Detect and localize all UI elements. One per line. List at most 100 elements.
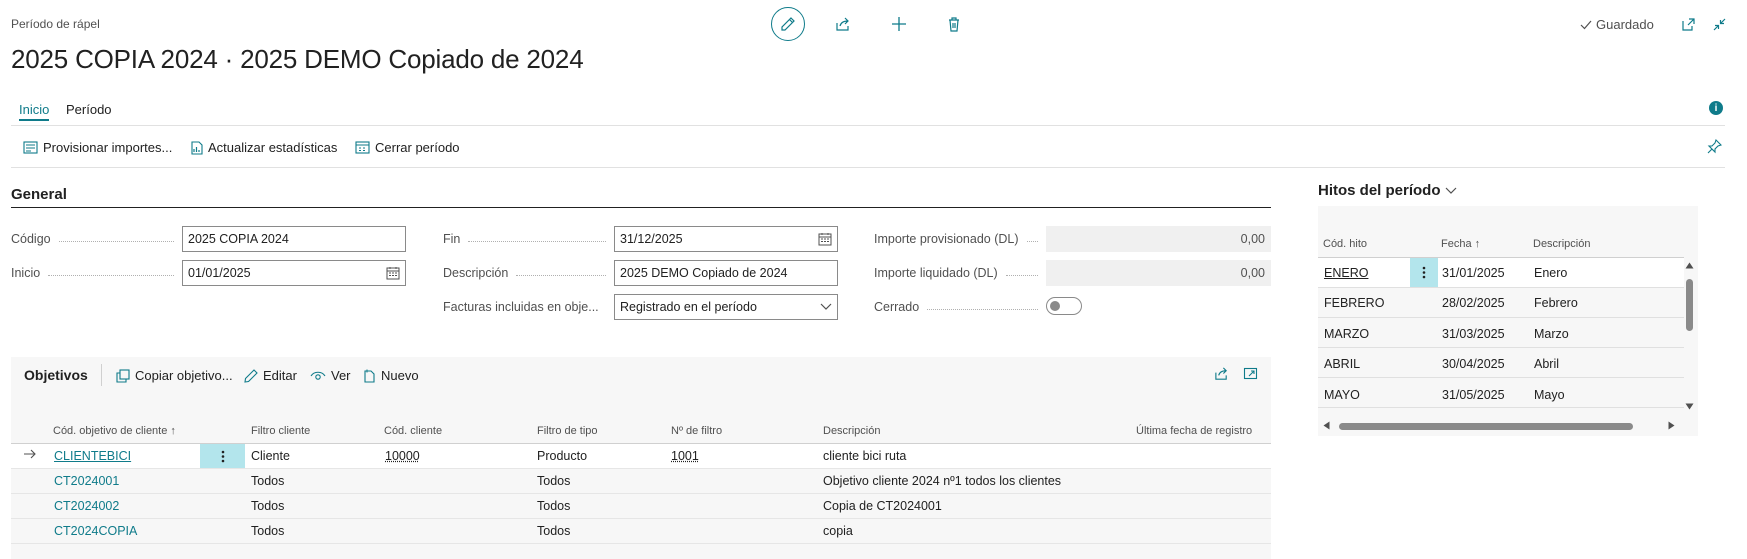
scroll-down-arrow-icon[interactable]	[1685, 403, 1694, 410]
row-menu-button[interactable]	[200, 444, 245, 468]
current-row-arrow-icon	[23, 448, 37, 460]
expand-part-button[interactable]	[1243, 366, 1258, 381]
row-cod-cliente[interactable]: 10000	[385, 449, 420, 463]
row-code-link[interactable]: CT2024COPIA	[54, 524, 137, 538]
share-icon	[1215, 367, 1227, 380]
table-row[interactable]	[11, 469, 1271, 494]
new-action[interactable]: Nuevo	[363, 368, 419, 383]
table-row[interactable]	[11, 494, 1271, 519]
col-header-filtro-cliente[interactable]: Filtro cliente	[251, 425, 310, 437]
pin-icon	[1707, 139, 1722, 154]
trash-icon	[949, 17, 959, 32]
edit-button[interactable]	[771, 7, 805, 41]
hitos-row-fecha[interactable]: 31/01/2025	[1442, 266, 1505, 280]
new-button[interactable]	[882, 7, 916, 41]
codigo-field[interactable]: 2025 COPIA 2024	[182, 226, 406, 252]
hitos-row-fecha[interactable]: 31/03/2025	[1442, 327, 1505, 341]
descripcion-field[interactable]: 2025 DEMO Copiado de 2024	[614, 260, 838, 286]
hitos-row-code[interactable]: FEBRERO	[1324, 296, 1384, 310]
col-header-ultima-fecha[interactable]: Última fecha de registro	[1136, 425, 1252, 437]
hitos-row-descripcion[interactable]: Enero	[1534, 266, 1567, 280]
eye-icon	[310, 371, 326, 380]
col-header-code[interactable]: Cód. objetivo de cliente ↑	[53, 425, 176, 437]
calendar-icon[interactable]	[818, 232, 832, 246]
scroll-right-arrow-icon[interactable]	[1668, 421, 1675, 430]
col-header-cod-cliente[interactable]: Cód. cliente	[384, 425, 442, 437]
calendar-icon[interactable]	[386, 266, 400, 280]
row-filtro-tipo[interactable]: Todos	[537, 524, 570, 538]
imp-prov-label: Importe provisionado (DL)	[874, 232, 1038, 246]
imp-liq-value: 0,00	[1046, 260, 1271, 286]
hitos-row-descripcion[interactable]: Febrero	[1534, 296, 1578, 310]
close-period-label: Cerrar período	[375, 140, 460, 155]
row-filtro-cliente[interactable]: Todos	[251, 474, 284, 488]
hitos-row-code[interactable]: ENERO	[1324, 266, 1368, 280]
col-header-filtro-tipo[interactable]: Filtro de tipo	[537, 425, 598, 437]
checkmark-icon	[1580, 20, 1592, 29]
row-filtro-cliente[interactable]: Todos	[251, 524, 284, 538]
share-part-button[interactable]	[1214, 366, 1229, 381]
row-filtro-cliente[interactable]: Todos	[251, 499, 284, 513]
more-vertical-icon	[1422, 266, 1426, 279]
hitos-title[interactable]: Hitos del período	[1318, 182, 1457, 199]
share-button[interactable]	[826, 7, 860, 41]
tab-inicio[interactable]: Inicio	[19, 102, 50, 121]
update-stats-label: Actualizar estadísticas	[208, 140, 338, 155]
fin-date-field[interactable]: 31/12/2025	[614, 226, 838, 252]
codigo-label: Código	[11, 232, 174, 246]
hitos-row-descripcion[interactable]: Mayo	[1534, 388, 1565, 402]
close-period-action[interactable]: Cerrar período	[355, 140, 460, 155]
table-row[interactable]	[11, 519, 1271, 544]
info-icon[interactable]: i	[1709, 101, 1723, 115]
inicio-date-field[interactable]: 01/01/2025	[182, 260, 406, 286]
hitos-row-code[interactable]: ABRIL	[1324, 357, 1360, 371]
row-descripcion[interactable]: copia	[823, 524, 853, 538]
hitos-row-descripcion[interactable]: Abril	[1534, 357, 1559, 371]
collapse-icon	[1713, 18, 1725, 30]
row-descripcion[interactable]: cliente bici ruta	[823, 449, 906, 463]
collapse-button[interactable]	[1702, 7, 1736, 41]
row-n-filtro[interactable]: 1001	[671, 449, 699, 463]
hitos-row-descripcion[interactable]: Marzo	[1534, 327, 1569, 341]
open-new-window-button[interactable]	[1671, 7, 1705, 41]
hitos-row-menu-button[interactable]	[1410, 258, 1438, 287]
col-header-n-filtro[interactable]: Nº de filtro	[671, 425, 722, 437]
update-stats-action[interactable]: Actualizar estadísticas	[190, 140, 337, 155]
scroll-up-arrow-icon[interactable]	[1685, 262, 1694, 269]
hitos-row-fecha[interactable]: 30/04/2025	[1442, 357, 1505, 371]
hitos-row-fecha[interactable]: 31/05/2025	[1442, 388, 1505, 402]
tab-periodo[interactable]: Período	[66, 102, 112, 117]
provision-icon	[23, 141, 38, 154]
provision-amounts-label: Provisionar importes...	[43, 140, 173, 155]
edit-action[interactable]: Editar	[244, 368, 297, 383]
row-filtro-tipo[interactable]: Todos	[537, 499, 570, 513]
hitos-col-header-fecha[interactable]: Fecha ↑	[1441, 238, 1480, 250]
row-descripcion[interactable]: Copia de CT2024001	[823, 499, 942, 513]
copy-objective-label: Copiar objetivo...	[135, 368, 233, 383]
row-filtro-tipo[interactable]: Producto	[537, 449, 587, 463]
row-filtro-cliente[interactable]: Cliente	[251, 449, 290, 463]
provision-amounts-action[interactable]: Provisionar importes...	[23, 140, 172, 155]
row-filtro-tipo[interactable]: Todos	[537, 474, 570, 488]
col-header-descripcion[interactable]: Descripción	[823, 425, 880, 437]
delete-button[interactable]	[937, 7, 971, 41]
row-code-link[interactable]: CT2024002	[54, 499, 119, 513]
scroll-left-arrow-icon[interactable]	[1323, 421, 1330, 430]
row-code-link[interactable]: CT2024001	[54, 474, 119, 488]
row-code-link[interactable]: CLIENTEBICI	[54, 449, 131, 463]
facturas-select[interactable]: Registrado en el período	[614, 294, 838, 320]
vertical-scrollbar-thumb[interactable]	[1686, 279, 1693, 331]
pin-action-bar-button[interactable]	[1707, 139, 1722, 154]
hitos-col-header-code[interactable]: Cód. hito	[1323, 238, 1367, 250]
hitos-row-fecha[interactable]: 28/02/2025	[1442, 296, 1505, 310]
pencil-icon	[781, 17, 795, 31]
copy-objective-action[interactable]: Copiar objetivo...	[116, 368, 233, 383]
view-action[interactable]: Ver	[310, 368, 351, 383]
hitos-row-code[interactable]: MARZO	[1324, 327, 1369, 341]
new-label: Nuevo	[381, 368, 419, 383]
row-descripcion[interactable]: Objetivo cliente 2024 nº1 todos los clie…	[823, 474, 1061, 488]
hitos-col-header-descripcion[interactable]: Descripción	[1533, 238, 1590, 250]
horizontal-scrollbar-thumb[interactable]	[1339, 423, 1633, 430]
hitos-row-code[interactable]: MAYO	[1324, 388, 1360, 402]
cerrado-toggle[interactable]	[1046, 297, 1082, 315]
